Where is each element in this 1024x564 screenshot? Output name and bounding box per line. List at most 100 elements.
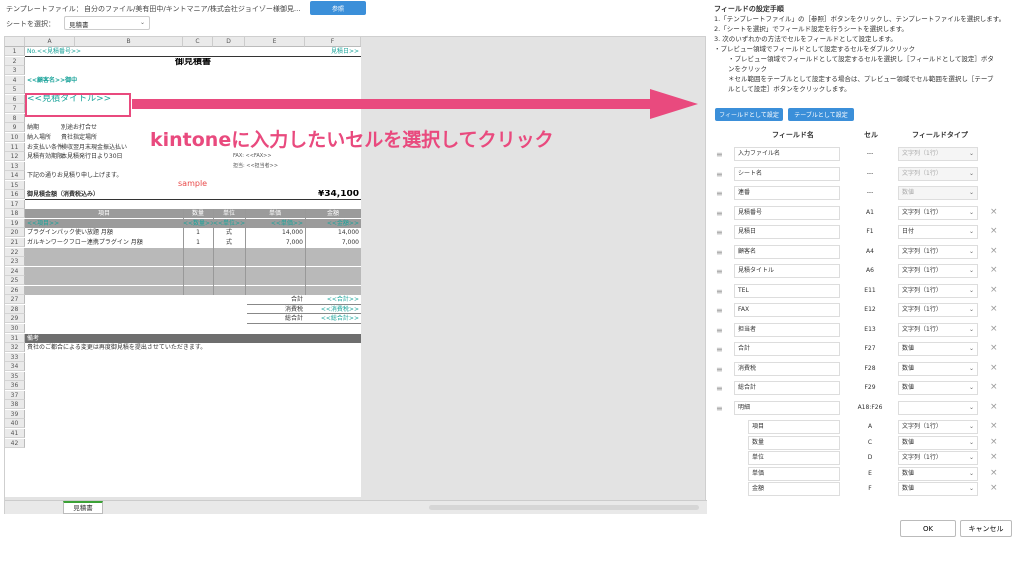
delete-icon[interactable]: ×	[990, 285, 998, 295]
sheet-cell-line2-unit[interactable]: 式	[213, 238, 245, 247]
drag-handle-icon[interactable]: ≡	[716, 229, 726, 237]
field-type-select[interactable]: 文字列（1行） ⌄	[898, 303, 978, 317]
sheet-cell-place-value[interactable]: 貴社指定場所	[61, 133, 97, 142]
sheet-cell-customer[interactable]: <<顧客名>>御中	[27, 76, 77, 85]
row-header[interactable]: 1	[5, 47, 25, 56]
column-header[interactable]: B	[75, 37, 183, 47]
row-header[interactable]: 19	[5, 218, 25, 228]
row-header[interactable]: 32	[5, 343, 25, 353]
row-header[interactable]: 27	[5, 295, 25, 305]
drag-handle-icon[interactable]: ≡	[716, 209, 726, 217]
sheet-cell-tax-label[interactable]: 消費税	[247, 305, 303, 314]
sheet-cell-ph-unit[interactable]: <<単位>>	[213, 219, 245, 228]
field-type-select[interactable]: 数値 ⌄	[898, 381, 978, 395]
sheet-cell-hdr-amount[interactable]: 金額	[305, 209, 361, 218]
column-header[interactable]: A	[25, 37, 75, 47]
sheet-cell-deadline-value[interactable]: 別途お打合せ	[61, 123, 97, 132]
row-header[interactable]: 38	[5, 400, 25, 410]
row-header[interactable]: 16	[5, 190, 25, 200]
field-name-input[interactable]: 消費税	[734, 361, 840, 376]
sheet-cell-hdr-price[interactable]: 単価	[245, 209, 305, 218]
sheet-cell-line2-price[interactable]: 7,000	[245, 238, 303, 247]
sheet-cell-validity-value[interactable]: 本見積発行日より30日	[61, 152, 123, 161]
sheet-cell-deadline-label[interactable]: 納期	[27, 123, 39, 132]
field-type-select[interactable]: ⌄	[898, 400, 978, 415]
sheet-tab[interactable]: 見積書	[63, 501, 103, 514]
drag-handle-icon[interactable]: ≡	[716, 287, 726, 295]
row-header[interactable]: 14	[5, 171, 25, 181]
row-header[interactable]: 21	[5, 238, 25, 247]
drag-handle-icon[interactable]: ≡	[716, 190, 726, 198]
sheet-cell-notes-label[interactable]: 備考	[27, 334, 39, 343]
row-header[interactable]: 33	[5, 352, 25, 362]
row-header[interactable]: 4	[5, 75, 25, 85]
drag-handle-icon[interactable]: ≡	[716, 346, 726, 354]
sheet-cell-subtotal-label[interactable]: 合計	[247, 295, 303, 304]
field-name-input[interactable]: 単価	[748, 466, 840, 481]
delete-icon[interactable]: ×	[990, 265, 998, 275]
row-header[interactable]: 39	[5, 409, 25, 419]
drag-handle-icon[interactable]: ≡	[716, 365, 726, 373]
row-header[interactable]: 5	[5, 85, 25, 95]
delete-icon[interactable]: ×	[990, 382, 998, 392]
row-header[interactable]: 18	[5, 209, 25, 219]
row-header[interactable]: 6	[5, 94, 25, 104]
sheet-cell-line1-qty[interactable]: 1	[183, 228, 213, 237]
sheet-cell-line1-item[interactable]: プラグインパック使い放題 月額	[27, 228, 113, 237]
sheet-cell-line1-amount[interactable]: 14,000	[305, 228, 359, 237]
field-type-select[interactable]: 数値 ⌄	[898, 435, 978, 450]
sheet-cell-estimate-no[interactable]: No.<<見積番号>>	[27, 47, 81, 56]
sheet-cell-intro[interactable]: 下記の通りお見積り申し上げます。	[27, 171, 122, 180]
row-header[interactable]: 28	[5, 304, 25, 314]
row-header[interactable]: 10	[5, 132, 25, 142]
field-name-input[interactable]: 見積日	[734, 225, 840, 239]
row-header[interactable]: 7	[5, 104, 25, 114]
ok-button[interactable]: OK	[900, 520, 956, 537]
field-row[interactable]: ≡ 担当者 E13 文字列（1行） ⌄ ×	[710, 322, 1024, 340]
delete-icon[interactable]: ×	[990, 421, 998, 431]
sheet-cell-place-label[interactable]: 納入場所	[27, 133, 51, 142]
field-row[interactable]: ≡ 連番 --- 数値 ⌄	[710, 185, 1024, 203]
field-type-select[interactable]: 数値 ⌄	[898, 482, 978, 496]
column-header[interactable]: D	[213, 37, 245, 47]
field-row[interactable]: ≡ 入力ファイル名 --- 文字列（1行） ⌄	[710, 146, 1024, 164]
sheet-cell-payment-label[interactable]: お支払い条件	[27, 143, 63, 152]
row-header[interactable]: 24	[5, 266, 25, 276]
field-name-input[interactable]: 担当者	[734, 322, 840, 337]
field-type-select[interactable]: 日付 ⌄	[898, 225, 978, 239]
row-header[interactable]: 31	[5, 333, 25, 343]
row-header[interactable]: 12	[5, 152, 25, 162]
row-header[interactable]: 13	[5, 161, 25, 171]
field-name-input[interactable]: FAX	[734, 303, 840, 317]
row-header[interactable]: 42	[5, 438, 25, 448]
drag-handle-icon[interactable]: ≡	[716, 404, 726, 412]
field-name-input[interactable]: 見積番号	[734, 205, 840, 220]
sheet-cell-notes-text[interactable]: 貴社のご都合による変更は再度御見積を提出させていただきます。	[27, 343, 206, 352]
cancel-button[interactable]: キャンセル	[960, 520, 1012, 537]
sheet-cell-subtotal-value[interactable]: <<合計>>	[305, 295, 359, 304]
row-header[interactable]: 11	[5, 142, 25, 152]
delete-icon[interactable]: ×	[990, 207, 998, 217]
drag-handle-icon[interactable]: ≡	[716, 307, 726, 315]
row-header[interactable]: 34	[5, 362, 25, 372]
sheet-cell-grand-value[interactable]: <<総合計>>	[305, 314, 359, 323]
sheet-select[interactable]: 見積書 ⌄	[64, 16, 150, 30]
field-name-input[interactable]: 金額	[748, 482, 840, 496]
field-type-select[interactable]: 数値 ⌄	[898, 361, 978, 376]
field-type-select[interactable]: 文字列（1行） ⌄	[898, 147, 978, 161]
sheet-cell-hdr-unit[interactable]: 単位	[213, 209, 245, 218]
delete-icon[interactable]: ×	[990, 343, 998, 353]
field-name-input[interactable]: 連番	[734, 186, 840, 200]
row-header[interactable]: 25	[5, 276, 25, 286]
row-header[interactable]: 23	[5, 257, 25, 267]
row-header[interactable]: 35	[5, 371, 25, 381]
sheet-cell-line1-unit[interactable]: 式	[213, 228, 245, 237]
browse-button[interactable]: 参照	[310, 1, 366, 15]
drag-handle-icon[interactable]: ≡	[716, 268, 726, 276]
field-row[interactable]: ≡ シート名 --- 文字列（1行） ⌄	[710, 166, 1024, 184]
field-type-select[interactable]: 文字列（1行） ⌄	[898, 283, 978, 298]
field-row[interactable]: ≡ FAX E12 文字列（1行） ⌄ ×	[710, 302, 1024, 320]
drag-handle-icon[interactable]: ≡	[716, 151, 726, 159]
field-name-input[interactable]: 見積タイトル	[734, 264, 840, 278]
delete-icon[interactable]: ×	[990, 452, 998, 462]
